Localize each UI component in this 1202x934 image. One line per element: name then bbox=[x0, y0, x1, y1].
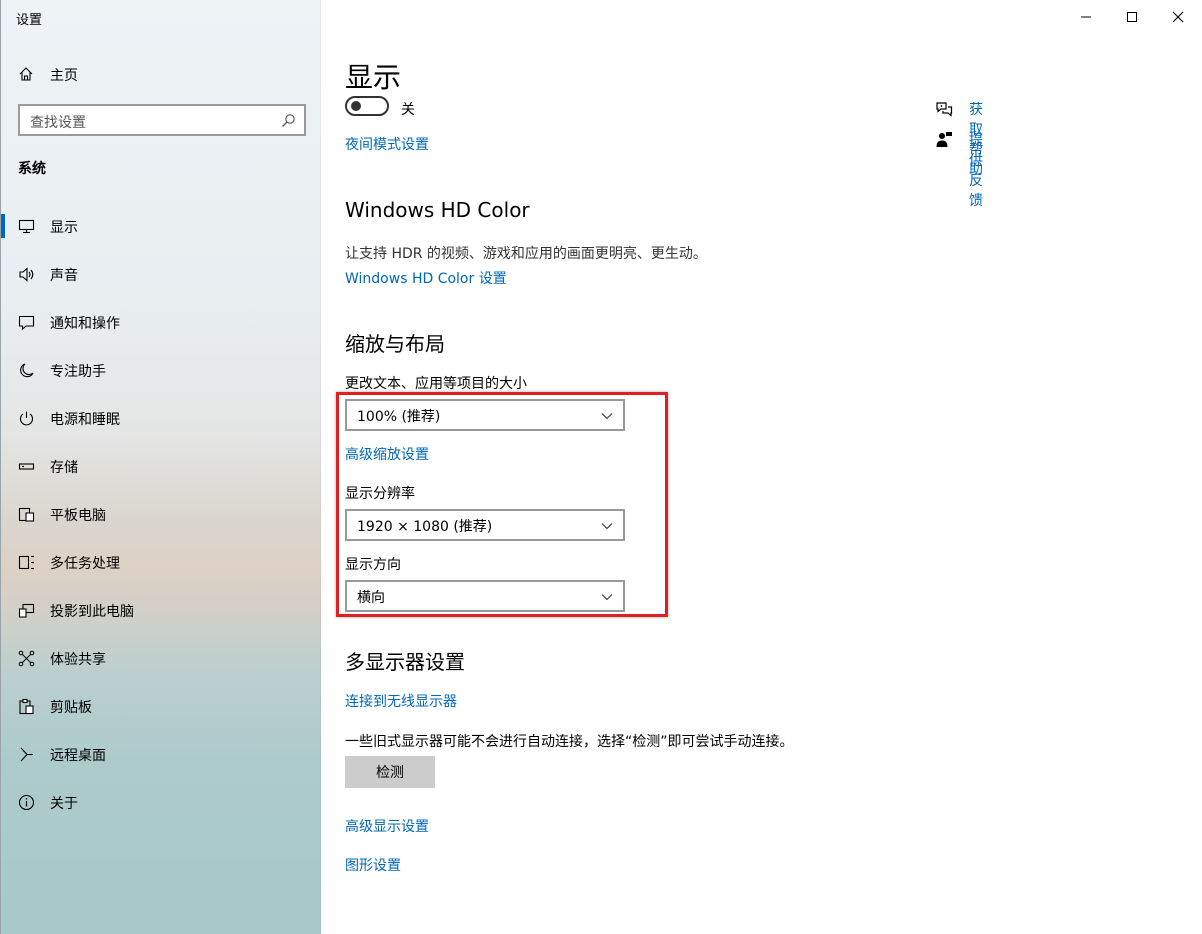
search-placeholder: 查找设置 bbox=[30, 115, 86, 131]
sidebar: 设置 主页 查找设置 系统 显示 声音 通知和操作 专注助手 电源和睡眠 存储 … bbox=[0, 0, 321, 934]
monitor-icon bbox=[18, 219, 35, 234]
sidebar-item-label: 剪贴板 bbox=[50, 700, 92, 716]
moon-icon bbox=[20, 363, 34, 378]
sidebar-item-label: 声音 bbox=[50, 268, 78, 284]
sidebar-item-label: 存储 bbox=[50, 460, 78, 476]
sidebar-item-storage[interactable]: 存储 bbox=[1, 446, 321, 486]
night-light-state: 关 bbox=[401, 102, 415, 118]
sidebar-item-focus-assist[interactable]: 专注助手 bbox=[1, 350, 321, 390]
give-feedback-label: 提供反馈 bbox=[969, 133, 983, 209]
home-icon bbox=[19, 67, 33, 81]
night-light-settings-link[interactable]: 夜间模式设置 bbox=[345, 134, 429, 154]
sidebar-item-about[interactable]: 关于 bbox=[1, 782, 321, 822]
scale-label: 更改文本、应用等项目的大小 bbox=[345, 376, 527, 392]
sidebar-item-shared-experiences[interactable]: 体验共享 bbox=[1, 638, 321, 678]
toggle-knob bbox=[351, 101, 361, 111]
sidebar-item-project[interactable]: 投影到此电脑 bbox=[1, 590, 321, 630]
sidebar-item-label: 专注助手 bbox=[50, 364, 106, 380]
search-input[interactable]: 查找设置 bbox=[18, 104, 306, 136]
sidebar-item-label: 通知和操作 bbox=[50, 316, 120, 332]
main-content: 显示 关 夜间模式设置 获取帮助 提供反馈 Windows HD Color 让… bbox=[321, 0, 1202, 934]
sidebar-item-label: 显示 bbox=[50, 220, 78, 236]
graphics-settings-link[interactable]: 图形设置 bbox=[345, 855, 401, 875]
sidebar-item-label: 电源和睡眠 bbox=[50, 412, 120, 428]
sidebar-item-remote-desktop[interactable]: 远程桌面 bbox=[1, 734, 321, 774]
annotation-highlight-box bbox=[336, 392, 668, 617]
minimize-icon bbox=[1081, 16, 1091, 18]
hdr-heading: Windows HD Color bbox=[345, 198, 530, 222]
advanced-display-settings-link[interactable]: 高级显示设置 bbox=[345, 816, 429, 836]
sidebar-item-display[interactable]: 显示 bbox=[1, 206, 321, 246]
notification-icon bbox=[18, 315, 35, 331]
info-icon bbox=[18, 794, 35, 811]
clipboard-icon bbox=[19, 698, 34, 715]
section-header-system: 系统 bbox=[18, 161, 46, 177]
sidebar-item-multitasking[interactable]: 多任务处理 bbox=[1, 542, 321, 582]
night-light-toggle[interactable] bbox=[345, 96, 389, 116]
multi-display-heading: 多显示器设置 bbox=[345, 650, 465, 674]
sidebar-item-clipboard[interactable]: 剪贴板 bbox=[1, 686, 321, 726]
hdr-description: 让支持 HDR 的视频、游戏和应用的画面更明亮、更生动。 bbox=[345, 246, 707, 262]
app-title: 设置 bbox=[16, 13, 43, 28]
sidebar-item-sound[interactable]: 声音 bbox=[1, 254, 321, 294]
multi-display-description: 一些旧式显示器可能不会进行自动连接，选择“检测”即可尝试手动连接。 bbox=[345, 734, 794, 750]
feedback-person-icon bbox=[936, 132, 952, 147]
share-icon bbox=[18, 650, 35, 667]
power-icon bbox=[19, 411, 34, 426]
minimize-button[interactable] bbox=[1063, 0, 1109, 32]
sidebar-item-power[interactable]: 电源和睡眠 bbox=[1, 398, 321, 438]
detect-button[interactable]: 检测 bbox=[345, 756, 435, 788]
storage-icon bbox=[18, 463, 35, 470]
close-button[interactable] bbox=[1155, 0, 1201, 32]
sidebar-item-label: 体验共享 bbox=[50, 652, 106, 668]
sidebar-item-label: 远程桌面 bbox=[50, 748, 106, 764]
remote-desktop-icon bbox=[20, 747, 33, 762]
sidebar-item-label: 多任务处理 bbox=[50, 556, 120, 572]
project-icon bbox=[18, 603, 35, 618]
wireless-display-link[interactable]: 连接到无线显示器 bbox=[345, 691, 457, 711]
sidebar-home[interactable]: 主页 bbox=[1, 58, 321, 90]
sidebar-item-label: 平板电脑 bbox=[50, 508, 106, 524]
scale-layout-heading: 缩放与布局 bbox=[345, 332, 445, 356]
speaker-icon bbox=[19, 267, 34, 282]
page-title: 显示 bbox=[345, 61, 402, 94]
close-icon bbox=[1172, 11, 1184, 23]
multitask-icon bbox=[18, 555, 34, 570]
sidebar-home-label: 主页 bbox=[50, 68, 78, 84]
search-icon bbox=[282, 114, 295, 127]
tablet-icon bbox=[18, 507, 35, 522]
sidebar-item-notifications[interactable]: 通知和操作 bbox=[1, 302, 321, 342]
maximize-icon bbox=[1127, 12, 1137, 22]
sidebar-item-label: 投影到此电脑 bbox=[50, 604, 134, 620]
sidebar-item-label: 关于 bbox=[50, 796, 78, 812]
maximize-button[interactable] bbox=[1109, 0, 1155, 32]
help-chat-icon bbox=[936, 102, 953, 117]
hdr-settings-link[interactable]: Windows HD Color 设置 bbox=[345, 268, 507, 288]
sidebar-item-tablet[interactable]: 平板电脑 bbox=[1, 494, 321, 534]
